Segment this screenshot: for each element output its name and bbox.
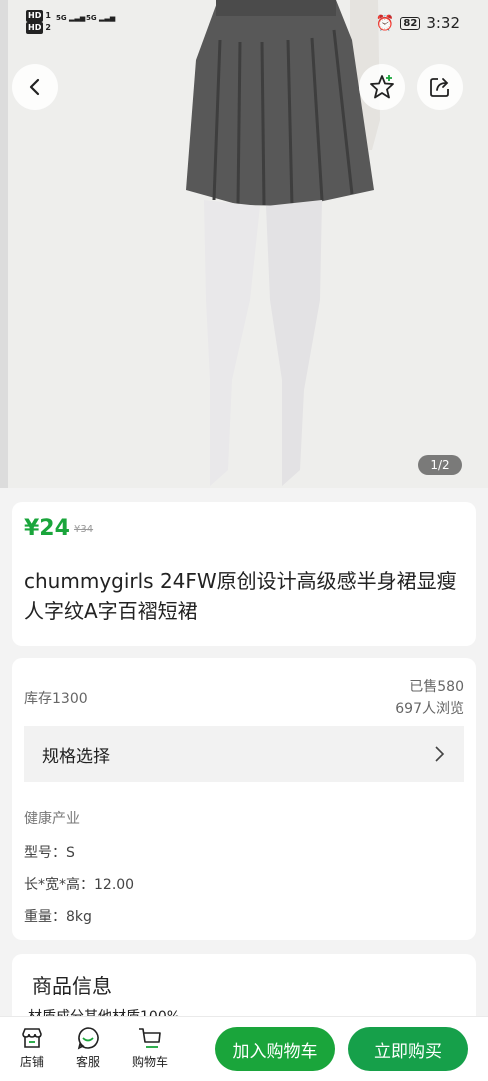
share-button[interactable]	[417, 64, 463, 110]
category: 健康产业	[24, 811, 80, 827]
status-right: ⏰ 82 3:32	[376, 14, 460, 32]
product-info-heading: 商品信息	[32, 974, 112, 998]
spec-select-row[interactable]: 规格选择	[24, 726, 464, 782]
store-icon	[22, 1028, 42, 1048]
cart-button[interactable]: 购物车	[128, 1025, 172, 1070]
stock: 库存1300	[24, 691, 88, 707]
battery-icon: 82	[400, 16, 421, 30]
back-icon	[29, 78, 40, 96]
store-button[interactable]: 店铺	[10, 1025, 54, 1070]
status-bar: HD 1 HD 2 5G ▂▃▅ 5G ▂▃▅ ⏰ 82 3:32	[0, 0, 488, 48]
status-left: HD 1 HD 2	[26, 10, 51, 34]
sold-count: 已售580	[409, 679, 464, 695]
view-count: 697人浏览	[395, 701, 464, 717]
signal-icon: 5G ▂▃▅	[56, 14, 86, 22]
product-image[interactable]	[0, 0, 488, 488]
share-icon	[430, 78, 449, 97]
price-card: ¥24 ¥34 chummygirls 24FW原创设计高级感半身裙显瘦人字纹A…	[12, 502, 476, 646]
signal-icon: 5G ▂▃▅	[86, 14, 116, 22]
service-icon	[77, 1027, 99, 1050]
cart-label: 购物车	[131, 1055, 168, 1069]
add-to-cart-button[interactable]: 加入购物车	[215, 1027, 335, 1071]
chevron-right-icon	[435, 746, 445, 762]
buy-now-button[interactable]: 立即购买	[348, 1027, 468, 1071]
hd-badge: HD	[26, 10, 44, 22]
clock: 3:32	[426, 14, 460, 32]
favorite-star-icon	[370, 75, 394, 99]
back-button[interactable]	[12, 64, 58, 110]
model: 型号：S	[24, 845, 75, 861]
spec-select-label: 规格选择	[42, 746, 110, 767]
image-pager: 1/2	[418, 455, 462, 475]
hd-badge: HD	[26, 22, 44, 34]
service-button[interactable]: 客服	[66, 1025, 110, 1070]
product-photo	[0, 0, 488, 488]
bottom-action-bar: 店铺 客服 购物车 加入购物车 立即购买	[0, 1016, 488, 1081]
favorite-button[interactable]	[359, 64, 405, 110]
cart-icon	[139, 1028, 161, 1048]
dimensions: 长*宽*高：12.00	[24, 877, 135, 893]
info-card: 库存1300 已售580 697人浏览 规格选择 健康产业 型号：S 长*宽*高…	[12, 658, 476, 940]
product-title: chummygirls 24FW原创设计高级感半身裙显瘦人字纹A字百褶短裙	[24, 569, 457, 623]
store-label: 店铺	[19, 1055, 44, 1069]
service-label: 客服	[75, 1055, 100, 1069]
price: ¥24	[24, 516, 70, 541]
weight: 重量：8kg	[24, 909, 92, 925]
original-price: ¥34	[74, 524, 94, 535]
alarm-icon: ⏰	[375, 14, 395, 32]
